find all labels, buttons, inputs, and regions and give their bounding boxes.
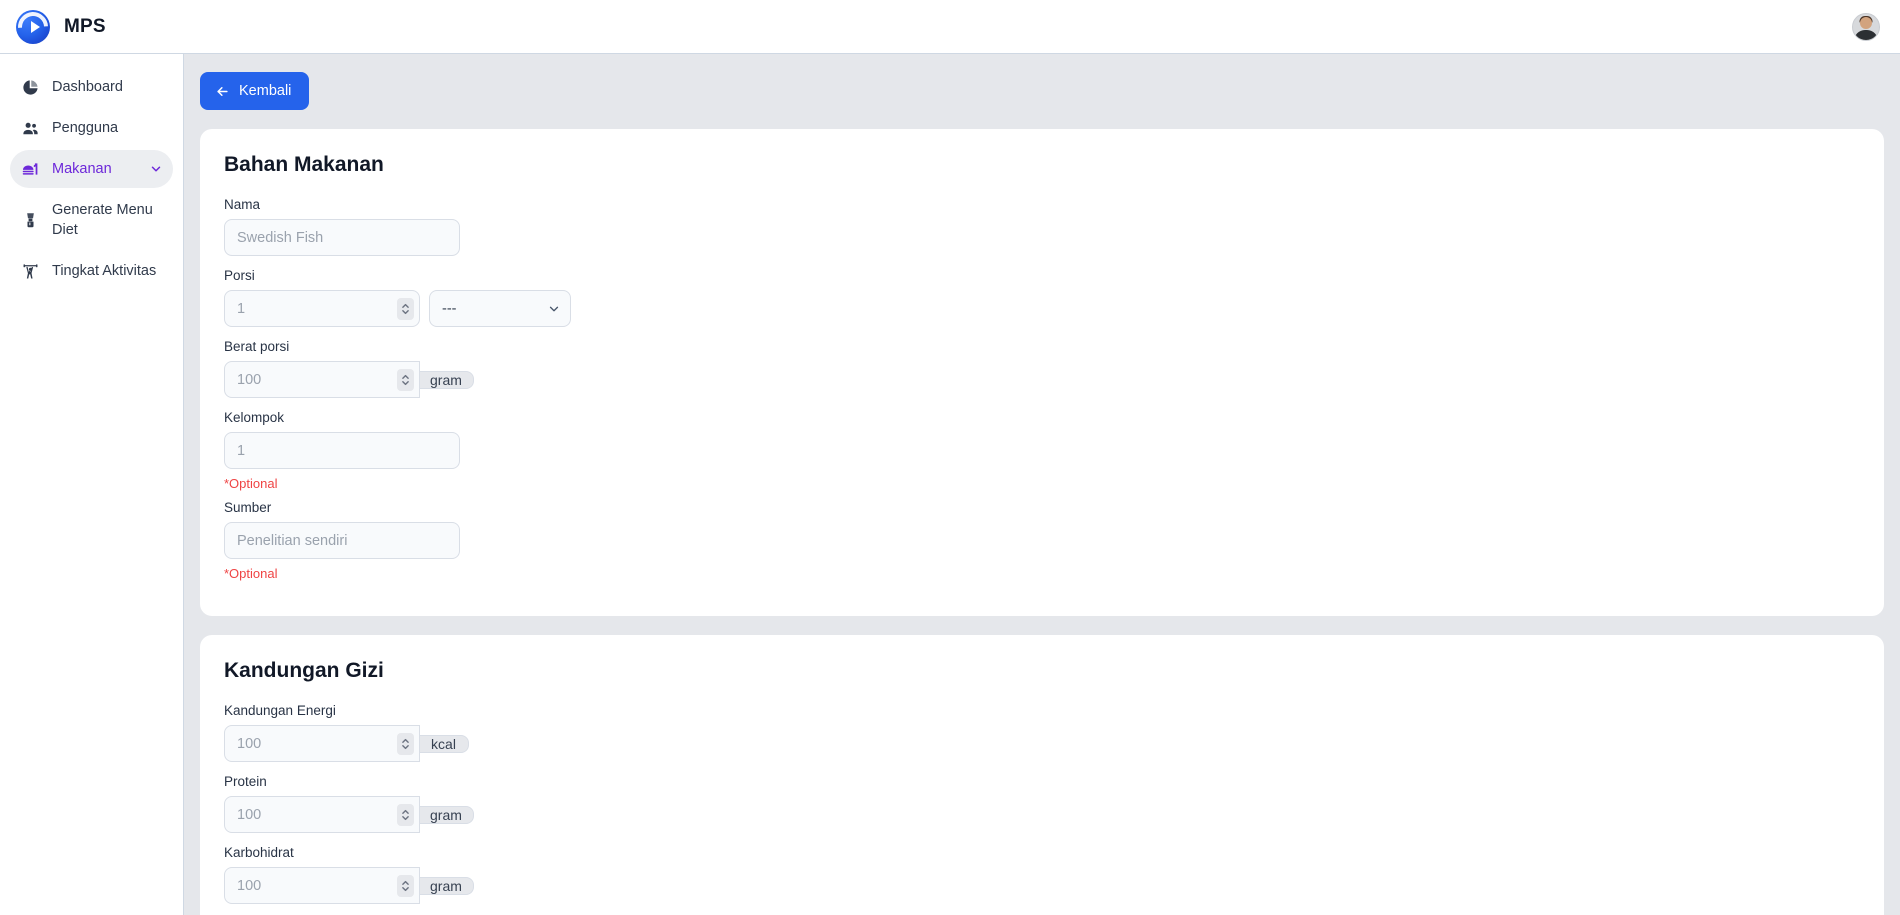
field-control-row <box>224 522 1860 559</box>
card-kandungan-gizi: Kandungan Gizi Kandungan Energi kcal Protei… <box>200 635 1884 915</box>
unit-suffix: gram <box>419 876 474 895</box>
optional-note: *Optional <box>224 566 278 581</box>
field-label: Karbohidrat <box>224 845 294 860</box>
field-control-row <box>224 432 1860 469</box>
field-sumber: Sumber *Optional <box>224 500 1860 581</box>
field-control-row: gram <box>224 796 1860 833</box>
field-karbohidrat: Karbohidrat gram <box>224 845 1860 904</box>
sidebar-nav: Dashboard Pengguna Makanan Generate Menu Di… <box>0 54 184 915</box>
optional-note: *Optional <box>224 476 278 491</box>
field-berat-porsi: Berat porsi gram <box>224 339 1860 398</box>
number-input-wrap <box>224 290 420 327</box>
nama-input[interactable] <box>224 219 460 256</box>
body-split: Dashboard Pengguna Makanan Generate Menu Di… <box>0 54 1900 915</box>
chevron-down-icon[interactable] <box>149 162 163 176</box>
unit-select-wrap: --- <box>429 290 571 327</box>
back-button[interactable]: Kembali <box>200 72 310 110</box>
sidebar-item-generate-menu-diet[interactable]: Generate Menu Diet <box>10 191 173 249</box>
sidebar-item-label: Makanan <box>52 161 112 177</box>
play-circle-logo-icon <box>16 9 50 44</box>
sidebar-item-label: Tingkat Aktivitas <box>52 263 157 279</box>
field-label: Protein <box>224 774 267 789</box>
sidebar-item-label: Dashboard <box>52 79 123 95</box>
card-title: Kandungan Gizi <box>224 659 384 682</box>
field-kandungan-energi: Kandungan Energi kcal <box>224 703 1860 762</box>
number-stepper-icon[interactable] <box>397 297 414 320</box>
kelompok-input[interactable] <box>224 432 460 469</box>
header-right-group <box>1852 12 1880 41</box>
field-protein: Protein gram <box>224 774 1860 833</box>
cards-host: Bahan Makanan Nama Porsi --- Berat porsi gram… <box>200 129 1884 915</box>
top-header-bar: MPS <box>0 0 1900 54</box>
number-stepper-icon[interactable] <box>397 803 414 826</box>
field-label: Nama <box>224 197 261 212</box>
field-label: Kelompok <box>224 410 285 425</box>
field-porsi: Porsi --- <box>224 268 1860 327</box>
berat-porsi-input[interactable] <box>224 361 420 398</box>
field-control-row: --- <box>224 290 1860 327</box>
field-control-row: kcal <box>224 725 1860 762</box>
field-label: Berat porsi <box>224 339 290 354</box>
unit-suffix: gram <box>419 370 474 389</box>
input-group: gram <box>224 867 474 904</box>
unit-suffix: gram <box>419 805 474 824</box>
number-input-wrap <box>224 361 420 398</box>
blender-icon <box>20 210 40 230</box>
sidebar-item-label: Pengguna <box>52 120 119 136</box>
sidebar-item-tingkat-aktivitas[interactable]: Tingkat Aktivitas <box>10 252 173 290</box>
main-content: Kembali Bahan Makanan Nama Porsi --- Berat p… <box>184 54 1900 915</box>
field-kelompok: Kelompok *Optional <box>224 410 1860 491</box>
sumber-input[interactable] <box>224 522 460 559</box>
number-stepper-icon[interactable] <box>397 732 414 755</box>
weightlifter-icon <box>20 261 40 281</box>
field-control-row: gram <box>224 867 1860 904</box>
pie-chart-icon <box>20 77 40 97</box>
food-tray-icon <box>20 159 40 179</box>
input-group: gram <box>224 796 474 833</box>
sidebar-item-makanan[interactable]: Makanan <box>10 150 173 188</box>
protein-input[interactable] <box>224 796 420 833</box>
unit-suffix: kcal <box>419 734 469 753</box>
user-avatar[interactable] <box>1852 12 1880 41</box>
kandungan-energi-input[interactable] <box>224 725 420 762</box>
input-group: kcal <box>224 725 469 762</box>
card-bahan-makanan: Bahan Makanan Nama Porsi --- Berat porsi gram… <box>200 129 1884 616</box>
card-title: Bahan Makanan <box>224 153 384 176</box>
number-input-wrap <box>224 725 420 762</box>
porsi-unit-select[interactable]: --- <box>429 290 571 327</box>
field-nama: Nama <box>224 197 1860 256</box>
sidebar-item-pengguna[interactable]: Pengguna <box>10 109 173 147</box>
porsi-input[interactable] <box>224 290 420 327</box>
karbohidrat-input[interactable] <box>224 867 420 904</box>
brand[interactable]: MPS <box>16 9 106 44</box>
number-input-wrap <box>224 867 420 904</box>
brand-name: MPS <box>64 15 106 37</box>
sidebar-item-label: Generate Menu Diet <box>52 202 153 238</box>
app-root: MPS Dashboard Pengguna Makanan Generate Men… <box>0 0 1900 915</box>
people-icon <box>20 118 40 138</box>
number-stepper-icon[interactable] <box>397 874 414 897</box>
field-control-row <box>224 219 1860 256</box>
back-button-label: Kembali <box>239 83 292 99</box>
field-label: Porsi <box>224 268 255 283</box>
field-label: Kandungan Energi <box>224 703 336 718</box>
field-label: Sumber <box>224 500 272 515</box>
field-control-row: gram <box>224 361 1860 398</box>
sidebar-item-dashboard[interactable]: Dashboard <box>10 68 173 106</box>
input-group: gram <box>224 361 474 398</box>
number-stepper-icon[interactable] <box>397 368 414 391</box>
number-input-wrap <box>224 796 420 833</box>
arrow-left-icon <box>215 84 230 99</box>
